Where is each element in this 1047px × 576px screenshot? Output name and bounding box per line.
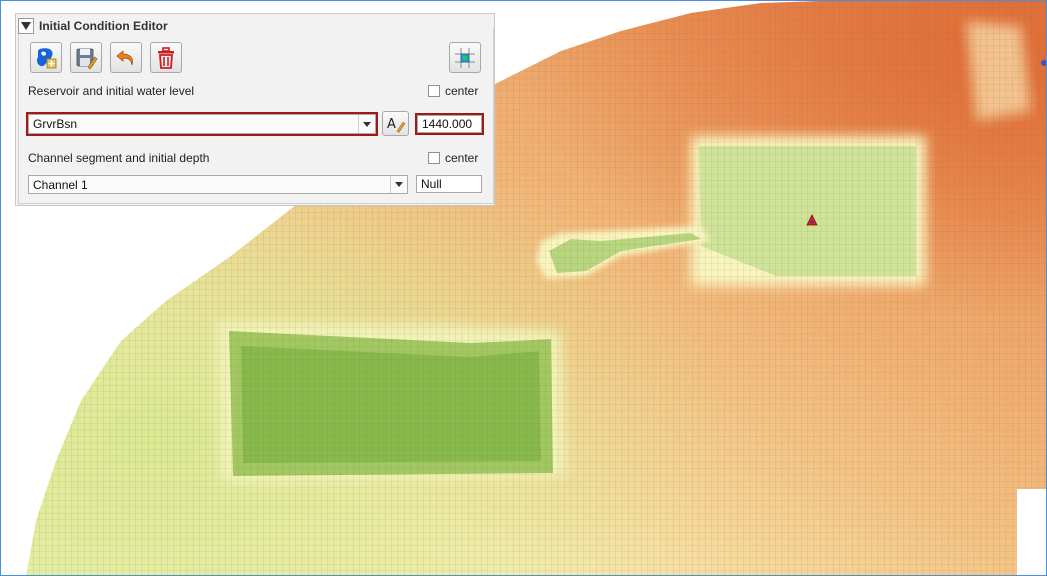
map-selection-button[interactable] xyxy=(449,42,481,73)
channel-label: Channel segment and initial depth xyxy=(28,151,210,165)
reservoir-center-label: center xyxy=(445,84,479,98)
channel-depth-field[interactable]: Null xyxy=(416,175,482,193)
undo-icon xyxy=(116,49,133,65)
collapse-toggle-button[interactable] xyxy=(18,18,34,34)
dropdown-arrow-icon xyxy=(390,176,407,193)
add-reservoir-button[interactable] xyxy=(30,42,62,73)
initial-condition-editor-panel: Initial Condition Editor Reservoir and i… xyxy=(15,13,495,206)
reservoir-select-value: GrvrBsn xyxy=(33,117,78,131)
channel-center-checkbox[interactable] xyxy=(428,152,440,164)
reservoir-label: Reservoir and initial water level xyxy=(28,84,195,98)
dropdown-arrow-icon xyxy=(358,115,375,133)
save-button[interactable] xyxy=(70,42,102,73)
reservoir-center-checkbox[interactable] xyxy=(428,85,440,97)
reservoir-marker-icon[interactable] xyxy=(806,214,818,229)
channel-select-value: Channel 1 xyxy=(33,177,88,192)
panel-header: Initial Condition Editor xyxy=(18,16,488,36)
channel-select[interactable]: Channel 1 xyxy=(28,175,408,194)
undo-button[interactable] xyxy=(110,42,142,73)
app-window: Initial Condition Editor Reservoir and i… xyxy=(0,0,1047,576)
svg-text:A: A xyxy=(387,117,396,132)
edit-attribute-button[interactable]: A xyxy=(382,111,409,136)
delete-icon xyxy=(158,46,174,69)
text-edit-icon: A xyxy=(387,117,405,133)
channel-center-label: center xyxy=(445,151,479,165)
delete-button[interactable] xyxy=(150,42,182,73)
map-selection-icon xyxy=(455,47,475,68)
water-level-field[interactable]: 1440.000 xyxy=(415,113,484,135)
add-reservoir-icon xyxy=(37,47,57,68)
reservoir-select[interactable]: GrvrBsn xyxy=(26,112,378,136)
save-edit-icon xyxy=(76,48,98,69)
panel-title: Initial Condition Editor xyxy=(39,19,168,33)
triangle-down-icon xyxy=(21,22,31,30)
